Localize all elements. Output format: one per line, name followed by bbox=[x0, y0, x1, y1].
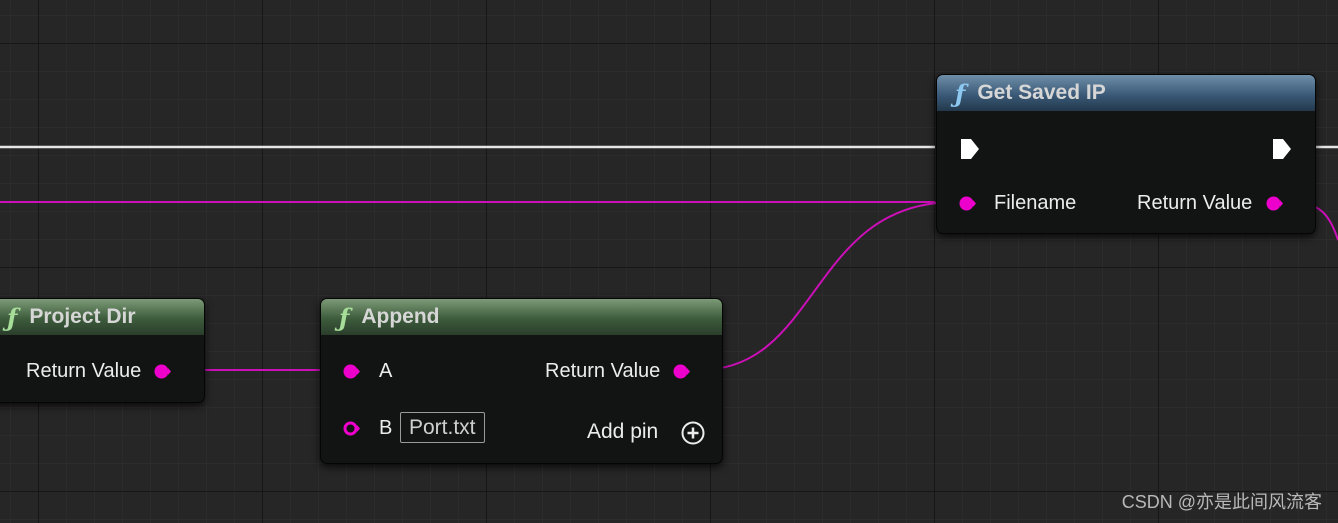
get-saved-ip-return-pin[interactable] bbox=[1266, 195, 1283, 212]
filename-label: Filename bbox=[994, 192, 1077, 214]
add-pin-label[interactable]: Add pin bbox=[587, 420, 658, 444]
watermark: CSDN @亦是此间风流客 bbox=[1121, 492, 1322, 512]
exec-out-pin[interactable] bbox=[1271, 137, 1293, 161]
function-icon: ƒ bbox=[955, 78, 966, 108]
get-saved-ip-return-label: Return Value bbox=[1137, 192, 1253, 214]
function-icon: ƒ bbox=[339, 302, 350, 332]
project-dir-return-label: Return Value bbox=[26, 360, 142, 382]
function-icon: ƒ bbox=[7, 302, 18, 332]
get-saved-ip-title: Get Saved IP bbox=[977, 81, 1106, 104]
exec-in-pin[interactable] bbox=[959, 137, 981, 161]
append-b-pin[interactable] bbox=[343, 420, 360, 437]
string-wire-append-to-filename[interactable] bbox=[699, 201, 956, 371]
append-title: Append bbox=[361, 305, 440, 328]
append-b-input[interactable]: Port.txt bbox=[400, 412, 485, 443]
get-saved-ip-header[interactable]: ƒ Get Saved IP bbox=[937, 75, 1315, 111]
append-return-pin[interactable] bbox=[673, 363, 690, 380]
project-dir-node[interactable]: ƒ Project Dir Return Value bbox=[0, 298, 205, 403]
append-header[interactable]: ƒ Append bbox=[321, 299, 722, 335]
filename-pin[interactable] bbox=[959, 195, 976, 212]
project-dir-title: Project Dir bbox=[29, 305, 136, 328]
project-dir-header[interactable]: ƒ Project Dir bbox=[0, 299, 204, 335]
append-node[interactable]: ƒ Append A Return Value B Port.txt Add p… bbox=[320, 298, 723, 464]
append-b-label: B bbox=[379, 417, 393, 439]
add-pin-icon[interactable] bbox=[681, 421, 705, 445]
append-return-label: Return Value bbox=[545, 360, 661, 382]
project-dir-return-pin[interactable] bbox=[154, 363, 171, 380]
get-saved-ip-node[interactable]: ƒ Get Saved IP Filename Return Value bbox=[936, 74, 1316, 234]
append-a-pin[interactable] bbox=[343, 363, 360, 380]
append-a-label: A bbox=[379, 360, 393, 382]
